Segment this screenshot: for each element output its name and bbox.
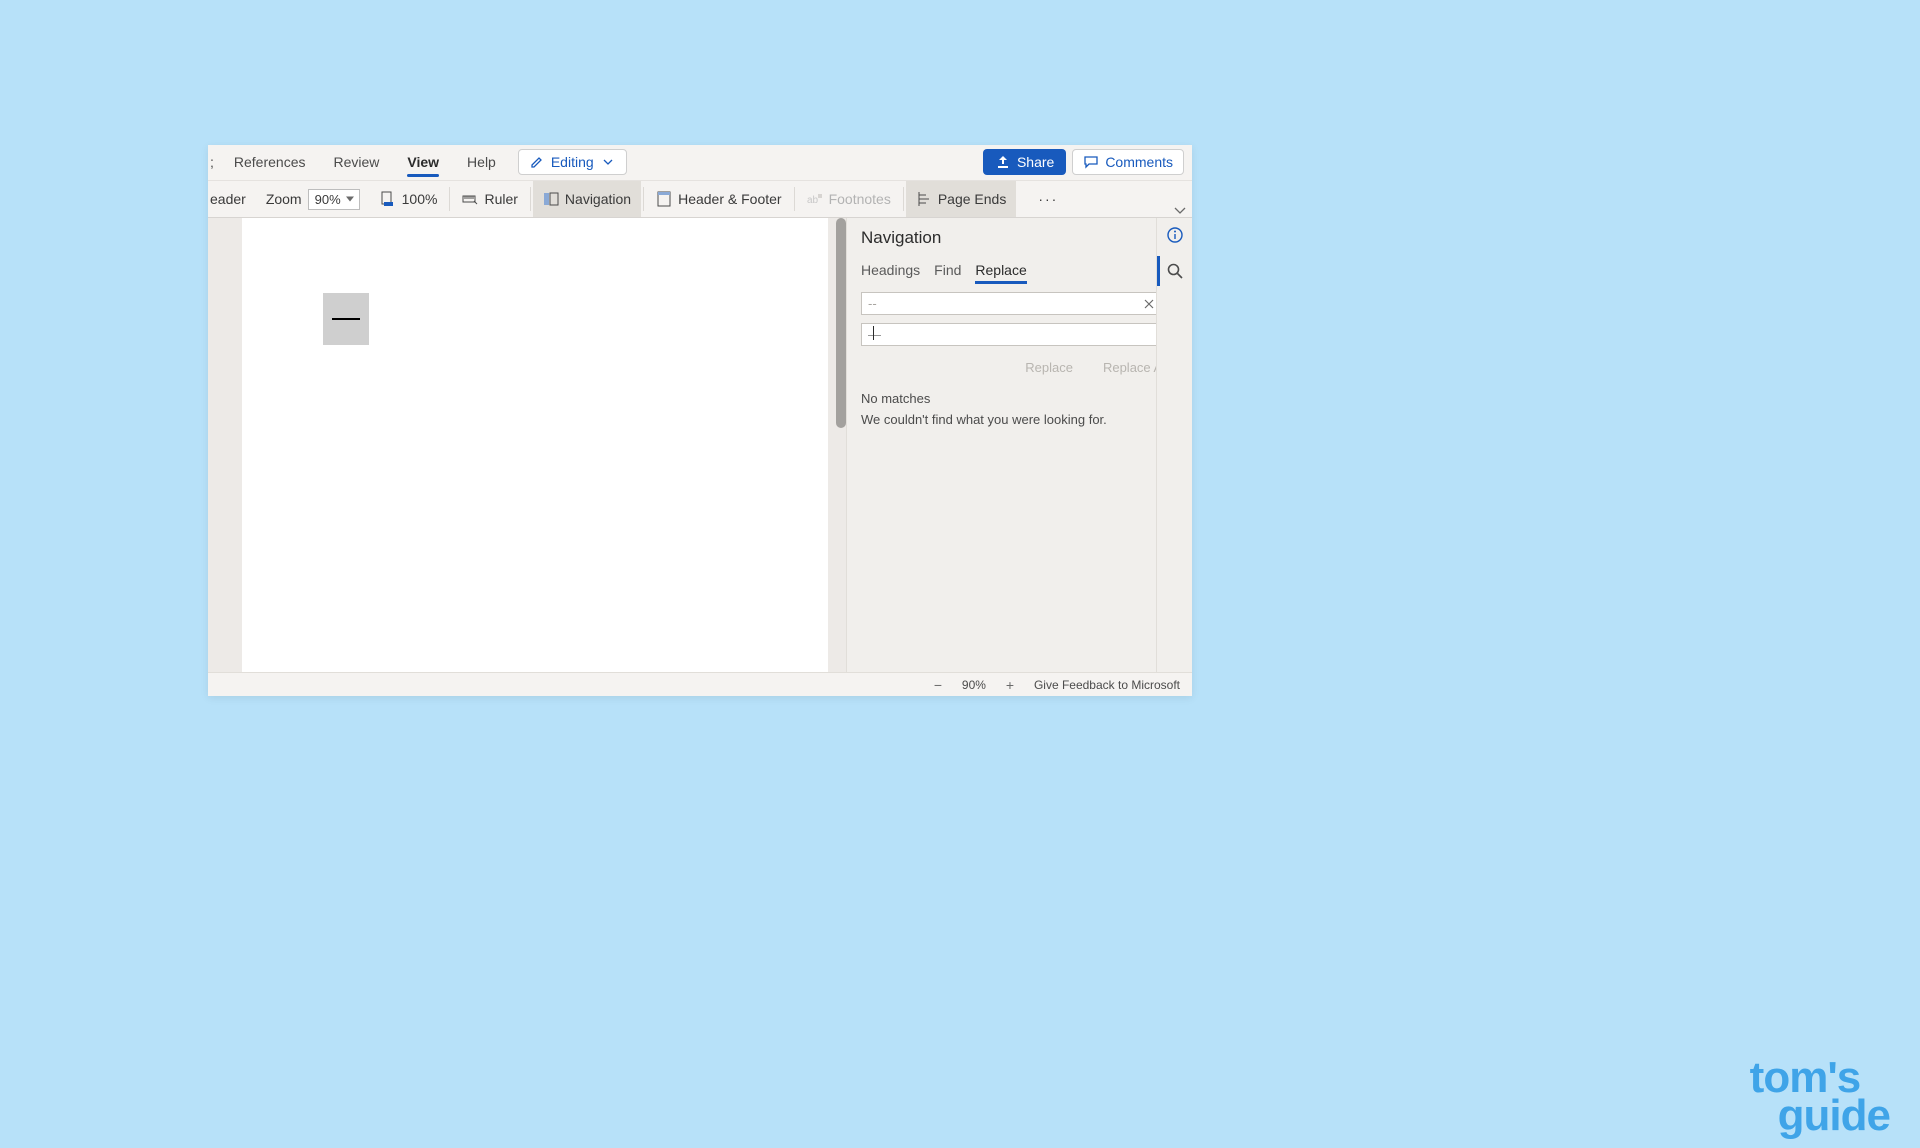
svg-text:ab: ab (807, 195, 819, 206)
share-button[interactable]: Share (983, 149, 1066, 175)
footnotes-icon: ab (807, 191, 823, 207)
toms-guide-watermark: tom's guide (1750, 1059, 1890, 1134)
vertical-scrollbar[interactable] (836, 218, 846, 428)
share-icon (995, 154, 1011, 170)
comments-label: Comments (1105, 154, 1173, 170)
header-footer-icon (656, 191, 672, 207)
search-icon[interactable] (1157, 262, 1192, 280)
chevron-down-icon (600, 154, 616, 170)
emdash-glyph (332, 318, 360, 320)
comment-icon (1083, 154, 1099, 170)
nav-tab-headings[interactable]: Headings (861, 262, 920, 282)
ribbon-separator (794, 187, 795, 211)
text-cursor (873, 326, 874, 340)
ruler-icon (462, 191, 478, 207)
share-label: Share (1017, 154, 1054, 170)
navigation-pane: Navigation Headings Find Replace (846, 218, 1192, 672)
tab-help[interactable]: Help (453, 146, 510, 178)
view-ribbon: eader Zoom 90% 100% Ruler Navigation (208, 180, 1192, 218)
ribbon-navigation[interactable]: Navigation (533, 181, 641, 217)
reader-label: eader (210, 191, 246, 207)
zoom-in-button[interactable]: + (1002, 677, 1018, 693)
page-ends-label: Page Ends (938, 191, 1007, 207)
tab-view[interactable]: View (393, 146, 453, 178)
navigation-label: Navigation (565, 191, 631, 207)
status-bar: − 90% + Give Feedback to Microsoft (208, 672, 1192, 696)
ribbon-separator (643, 187, 644, 211)
word-online-window: ; References Review View Help Editing Sh… (208, 145, 1192, 696)
ribbon-page-ends[interactable]: Page Ends (906, 181, 1017, 217)
page-100-icon (380, 191, 396, 207)
side-rail (1156, 218, 1192, 672)
ribbon-more[interactable]: ··· (1028, 181, 1068, 217)
nav-tab-replace[interactable]: Replace (975, 262, 1026, 282)
ribbon-ruler[interactable]: Ruler (452, 181, 527, 217)
navigation-icon (543, 191, 559, 207)
replace-input-row (861, 323, 1178, 346)
pencil-icon (529, 154, 545, 170)
page-ends-icon (916, 191, 932, 207)
ribbon-footnotes: ab Footnotes (797, 181, 901, 217)
footnotes-label: Footnotes (829, 191, 891, 207)
info-icon[interactable] (1157, 226, 1192, 244)
tab-references[interactable]: References (220, 146, 320, 178)
ribbon-100[interactable]: 100% (370, 181, 448, 217)
watermark-line2: guide (1778, 1097, 1890, 1134)
zoom-label: Zoom (266, 191, 302, 207)
clear-icon[interactable] (1144, 299, 1154, 309)
nav-pane-title: Navigation (861, 228, 941, 248)
nav-tabs: Headings Find Replace (861, 262, 1178, 282)
document-panel (208, 218, 846, 672)
comments-button[interactable]: Comments (1072, 149, 1184, 175)
menu-tabs-row: ; References Review View Help Editing Sh… (208, 145, 1192, 180)
find-input-row (861, 292, 1178, 315)
no-matches-label: No matches (861, 391, 1178, 406)
ribbon-reader-cutoff[interactable]: eader (210, 181, 256, 217)
header-footer-label: Header & Footer (678, 191, 782, 207)
replace-form (861, 292, 1178, 354)
ribbon-separator (903, 187, 904, 211)
selected-emdash[interactable] (323, 293, 369, 345)
tab-cutoff: ; (210, 146, 220, 178)
zoom-select[interactable]: 90% (308, 189, 360, 210)
ribbon-separator (449, 187, 450, 211)
ruler-label: Ruler (484, 191, 517, 207)
find-input[interactable] (861, 292, 1178, 315)
more-label: ··· (1038, 191, 1058, 207)
hundred-label: 100% (402, 191, 438, 207)
feedback-link[interactable]: Give Feedback to Microsoft (1034, 678, 1180, 692)
no-matches-detail: We couldn't find what you were looking f… (861, 412, 1178, 427)
replace-button[interactable]: Replace (1025, 360, 1073, 375)
nav-tab-find[interactable]: Find (934, 262, 961, 282)
editing-label: Editing (551, 154, 594, 170)
ribbon-collapse-icon[interactable] (1174, 207, 1186, 215)
ribbon-separator (530, 187, 531, 211)
content-area: Navigation Headings Find Replace (208, 218, 1192, 672)
editing-mode-button[interactable]: Editing (518, 149, 627, 175)
ribbon-zoom: Zoom 90% (256, 181, 370, 217)
results-message: No matches We couldn't find what you wer… (861, 391, 1178, 427)
replace-actions: Replace Replace All (861, 360, 1178, 375)
zoom-out-button[interactable]: − (930, 677, 946, 693)
document-page[interactable] (242, 218, 828, 672)
ribbon-header-footer[interactable]: Header & Footer (646, 181, 792, 217)
replace-input[interactable] (861, 323, 1178, 346)
zoom-value: 90% (962, 678, 986, 692)
tab-review[interactable]: Review (319, 146, 393, 178)
